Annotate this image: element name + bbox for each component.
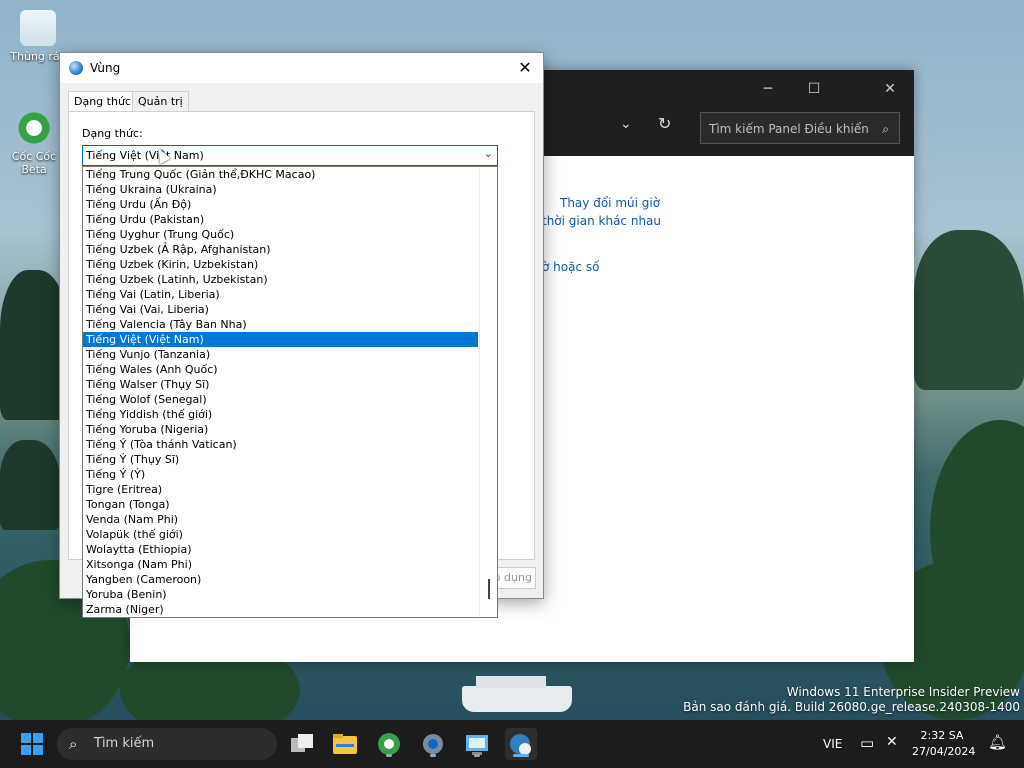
minimize-button[interactable]: ─ [748, 76, 788, 102]
taskbar-search[interactable]: ⌕ Tìm kiếm [57, 728, 277, 760]
search-placeholder: Tìm kiếm Panel Điều khiển [709, 122, 869, 136]
dropdown-option[interactable]: Wolaytta (Ethiopia) [83, 542, 478, 557]
volume-muted-icon[interactable]: ✕ [886, 734, 898, 750]
running-indicator [430, 754, 436, 757]
tab-administrative[interactable]: Quản trị [132, 91, 189, 112]
maximize-button[interactable]: ☐ [794, 76, 834, 102]
dialog-titlebar: Vùng ✕ [60, 53, 543, 83]
control-panel-search-input[interactable]: Tìm kiếm Panel Điều khiển ⌕ [700, 112, 900, 144]
control-panel-taskbar-button[interactable] [461, 728, 493, 760]
dropdown-option[interactable]: Tiếng Yiddish (thế giới) [83, 407, 478, 422]
running-indicator [386, 754, 392, 757]
search-icon: ⌕ [882, 122, 889, 136]
desktop-icon-label: Cốc Cốc Beta [11, 150, 57, 176]
dropdown-option[interactable]: Tiếng Valencia (Tây Ban Nha) [83, 317, 478, 332]
dropdown-option[interactable]: Tiếng Wolof (Senegal) [83, 392, 478, 407]
folder-icon [333, 734, 357, 754]
format-dropdown-list[interactable]: Tiếng Trung Quốc (Giản thể,ĐKHC Macao) Ti… [82, 166, 498, 618]
dropdown-option[interactable]: Tiếng Vunjo (Tanzania) [83, 347, 478, 362]
chevron-down-icon[interactable]: ⌄ [620, 116, 632, 132]
dropdown-option[interactable]: Tiếng Wales (Anh Quốc) [83, 362, 478, 377]
chevron-down-icon[interactable]: ⌄ [484, 147, 493, 160]
dropdown-option[interactable]: Tiếng Vai (Vai, Liberia) [83, 302, 478, 317]
change-timezone-link[interactable]: Thay đổi múi giờ [560, 196, 660, 210]
dialog-title: Vùng [90, 61, 121, 75]
number-format-link[interactable]: ờ hoặc số [542, 260, 599, 274]
dropdown-option[interactable]: Tiếng Ý (Thụy Sĩ) [83, 452, 478, 467]
different-time-link[interactable]: thời gian khác nhau [542, 214, 661, 228]
coccoc-taskbar-button[interactable] [373, 728, 405, 760]
watermark-line2: Bản sao đánh giá. Build 26080.ge_release… [683, 700, 1020, 714]
region-taskbar-button[interactable] [505, 728, 537, 760]
tab-formats[interactable]: Dạng thức [68, 91, 137, 113]
refresh-icon[interactable]: ↻ [658, 114, 671, 133]
coccoc-icon [16, 110, 52, 146]
dropdown-option[interactable]: Tiếng Uyghur (Trung Quốc) [83, 227, 478, 242]
dropdown-option[interactable]: Tiếng Việt (Việt Nam) [83, 332, 478, 347]
globe-icon [69, 61, 83, 75]
dropdown-option[interactable]: Tiếng Urdu (Ấn Độ) [83, 197, 478, 212]
file-explorer-button[interactable] [329, 728, 361, 760]
settings-taskbar-button[interactable] [417, 728, 449, 760]
network-icon[interactable]: ▭ [860, 734, 874, 752]
combobox-value: Tiếng Việt (Việt Nam) [86, 149, 204, 162]
close-button[interactable]: ✕ [870, 76, 910, 102]
format-combobox[interactable]: Tiếng Việt (Việt Nam) ⌄ [82, 145, 498, 166]
dropdown-option[interactable]: Tiếng Uzbek (Latinh, Uzbekistan) [83, 272, 478, 287]
task-view-icon [291, 734, 313, 752]
notification-bell-icon[interactable]: 🔔︎ [988, 733, 1007, 751]
format-label: Dạng thức: [82, 127, 143, 140]
clock-time: 2:32 SA [920, 729, 964, 742]
windows-watermark: Windows 11 Enterprise Insider Preview Bả… [683, 685, 1020, 715]
windows-logo-icon [21, 733, 43, 755]
dropdown-option[interactable]: Volapük (thế giới) [83, 527, 478, 542]
running-indicator [474, 754, 480, 757]
dropdown-option[interactable]: Tiếng Uzbek (Kirin, Uzbekistan) [83, 257, 478, 272]
dropdown-option[interactable]: Tiếng Vai (Latin, Liberia) [83, 287, 478, 302]
search-icon: ⌕ [69, 735, 78, 753]
desktop-coccoc-beta[interactable]: Cốc Cốc Beta [4, 110, 64, 176]
dropdown-option[interactable]: Zarma (Niger) [83, 602, 478, 617]
dropdown-option[interactable]: Venda (Nam Phi) [83, 512, 478, 527]
dropdown-option[interactable]: Tiếng Trung Quốc (Giản thể,ĐKHC Macao) [83, 167, 478, 182]
taskbar: ⌕ Tìm kiếm VIE ▭ ✕ 2:32 SA 27/04/2024 🔔︎ [0, 720, 1024, 768]
clock-date: 27/04/2024 [912, 745, 976, 758]
boat-image [462, 676, 572, 712]
dropdown-option[interactable]: Tigre (Eritrea) [83, 482, 478, 497]
watermark-line1: Windows 11 Enterprise Insider Preview [786, 685, 1020, 699]
dropdown-option[interactable]: Tongan (Tonga) [83, 497, 478, 512]
dropdown-option[interactable]: Tiếng Urdu (Pakistan) [83, 212, 478, 227]
recycle-bin-icon [20, 10, 56, 46]
dropdown-option[interactable]: Tiếng Ukraina (Ukraina) [83, 182, 478, 197]
dropdown-option[interactable]: Tiếng Ý (Ý) [83, 467, 478, 482]
taskbar-search-label: Tìm kiếm [94, 736, 155, 751]
active-indicator [513, 754, 529, 757]
close-icon[interactable]: ✕ [507, 53, 543, 83]
dropdown-option[interactable]: Yangben (Cameroon) [83, 572, 478, 587]
start-button[interactable] [16, 728, 48, 760]
dropdown-option[interactable]: Yoruba (Benin) [83, 587, 478, 602]
dropdown-option[interactable]: Tiếng Ý (Tòa thánh Vatican) [83, 437, 478, 452]
dropdown-scrollbar[interactable] [479, 167, 497, 617]
clock[interactable]: 2:32 SA 27/04/2024 [912, 728, 976, 760]
scrollbar-thumb[interactable] [488, 579, 490, 599]
language-indicator[interactable]: VIE [823, 737, 842, 751]
dropdown-option[interactable]: Tiếng Yoruba (Nigeria) [83, 422, 478, 437]
dropdown-option[interactable]: Xitsonga (Nam Phi) [83, 557, 478, 572]
dropdown-option[interactable]: Tiếng Uzbek (Ả Rập, Afghanistan) [83, 242, 478, 257]
task-view-button[interactable] [286, 728, 318, 760]
dropdown-option[interactable]: Tiếng Walser (Thụy Sĩ) [83, 377, 478, 392]
